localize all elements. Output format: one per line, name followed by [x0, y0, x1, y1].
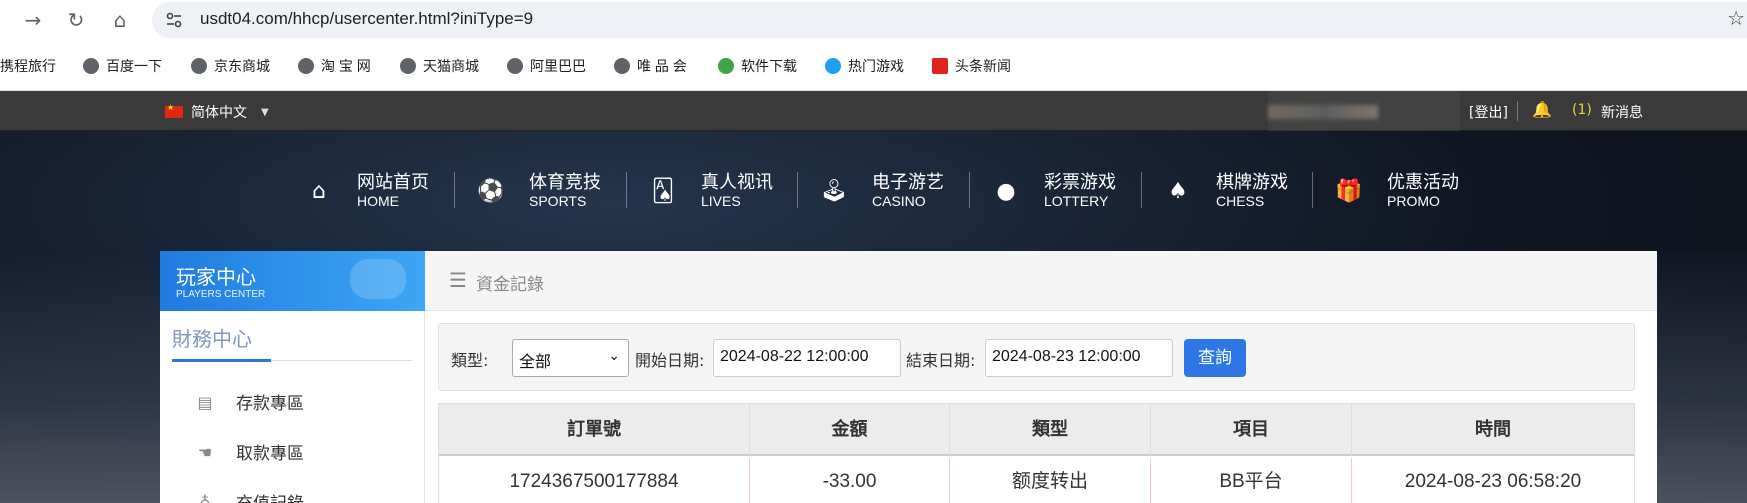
- table-header: 訂單號 金額 類型 項目 時間: [439, 404, 1634, 456]
- main-panel: ☰ 資金記錄 類型: 全部 ⌄ 開始日期: 2024-08-22 12:00:0…: [425, 251, 1657, 503]
- message-link[interactable]: 新消息: [1601, 102, 1643, 122]
- ball-icon: ⚽: [477, 179, 505, 204]
- gift-icon: 🎁: [1335, 179, 1363, 204]
- menu-item-casino[interactable]: 🕹 电子游艺 CASINO: [820, 168, 992, 214]
- finance-center-heading: 財務中心: [172, 327, 252, 351]
- column-header-time[interactable]: 時間: [1352, 404, 1634, 456]
- bell-icon[interactable]: 🔔: [1532, 100, 1552, 119]
- language-selector[interactable]: 简体中文 ▼: [165, 102, 269, 122]
- message-count[interactable]: (1): [1572, 102, 1592, 118]
- lottery-balls-icon: ●: [996, 179, 1016, 204]
- type-label: 類型:: [451, 351, 489, 370]
- players-center-title: 玩家中心: [176, 265, 256, 289]
- moneybag-icon: ♁: [199, 492, 211, 503]
- fund-records-table: 訂單號 金額 類型 項目 時間 1724367500177884 -33.00 …: [438, 403, 1635, 503]
- bookmark-item[interactable]: 京东商城: [191, 56, 270, 76]
- bookmark-item[interactable]: 热门游戏: [825, 56, 904, 76]
- table-row[interactable]: 1724367500177884 -33.00 额度转出 BB平台 2024-0…: [439, 458, 1634, 503]
- sidebar-item-withdraw[interactable]: ☚ 取款專區: [194, 439, 304, 465]
- chevron-down-icon: ⌄: [608, 348, 620, 364]
- cards-icon: 🂡: [651, 179, 675, 204]
- home-icon[interactable]: ⌂: [106, 6, 134, 34]
- bookmark-star-icon[interactable]: ☆: [1727, 6, 1745, 30]
- panel-header: ☰ 資金記錄: [425, 251, 1657, 311]
- site-info-icon[interactable]: [164, 10, 184, 30]
- reload-icon[interactable]: ↻: [62, 6, 90, 34]
- url-field[interactable]: usdt04.com/hhcp/usercenter.html?iniType=…: [152, 2, 1747, 38]
- download-app-icon: [718, 58, 734, 74]
- logout-link[interactable]: [登出]: [1469, 102, 1508, 122]
- globe-icon: [298, 58, 314, 74]
- menu-item-home[interactable]: ⌂ 网站首页 HOME: [305, 168, 477, 214]
- menu-divider: [1141, 172, 1142, 208]
- menu-item-promo[interactable]: 🎁 优惠活动 PROMO: [1335, 168, 1507, 214]
- bookmark-item[interactable]: 唯 品 会: [614, 56, 687, 76]
- bookmark-item[interactable]: 携程旅行: [0, 56, 56, 76]
- menu-divider: [1312, 172, 1313, 208]
- site-top-bar: 简体中文 ▼ [登出] 🔔 (1) 新消息: [0, 91, 1747, 131]
- menu-divider: [454, 172, 455, 208]
- player-sidebar: 玩家中心 PLAYERS CENTER 財務中心 ▤ 存款專區 ☚ 取款專區 ♁…: [160, 251, 425, 503]
- active-underline: [172, 359, 271, 362]
- game-mascot-icon: [825, 58, 841, 74]
- bookmark-item[interactable]: 软件下载: [718, 56, 797, 76]
- end-date-label: 結束日期:: [906, 351, 976, 370]
- spade-icon: ♠: [1168, 179, 1188, 204]
- bookmarks-bar: 携程旅行 百度一下 京东商城 淘 宝 网 天猫商城 阿里巴巴 唯 品 会 软件下…: [0, 39, 1747, 91]
- globe-icon: [400, 58, 416, 74]
- page-title: 資金記錄: [476, 275, 544, 295]
- sidebar-item-recharge-records[interactable]: ♁ 充值記錄: [194, 489, 304, 503]
- wallet-icon: ▤: [197, 392, 213, 412]
- language-label: 简体中文: [191, 105, 247, 121]
- players-center-subtitle: PLAYERS CENTER: [176, 289, 266, 300]
- username-blurred: [1268, 105, 1378, 119]
- globe-icon: [83, 58, 99, 74]
- china-flag-icon: [165, 103, 183, 118]
- sidebar-item-deposit[interactable]: ▤ 存款專區: [194, 389, 304, 415]
- house-icon: ⌂: [312, 179, 326, 204]
- end-date-input[interactable]: 2024-08-23 12:00:00: [985, 339, 1173, 377]
- hand-cash-icon: ☚: [197, 442, 213, 462]
- joystick-icon: 🕹: [820, 179, 848, 204]
- bookmark-item[interactable]: 天猫商城: [400, 56, 479, 76]
- menu-divider: [797, 172, 798, 208]
- url-text: usdt04.com/hhcp/usercenter.html?iniType=…: [200, 9, 534, 28]
- menu-divider: [969, 172, 970, 208]
- cell-order-no: 1724367500177884: [439, 458, 750, 503]
- caret-down-icon: ▼: [261, 106, 269, 118]
- players-center-header: 玩家中心 PLAYERS CENTER: [160, 251, 425, 311]
- divider: [1517, 101, 1518, 121]
- forward-icon[interactable]: →: [19, 6, 47, 34]
- globe-icon: [191, 58, 207, 74]
- bookmark-item[interactable]: 阿里巴巴: [507, 56, 586, 76]
- browser-address-bar: → ↻ ⌂ usdt04.com/hhcp/usercenter.html?in…: [0, 0, 1747, 39]
- menu-item-lives[interactable]: 🂡 真人视讯 LIVES: [649, 168, 821, 214]
- menu-item-sports[interactable]: ⚽ 体育竞技 SPORTS: [477, 168, 649, 214]
- cell-time: 2024-08-23 06:58:20: [1404, 471, 1582, 492]
- bookmark-item[interactable]: 淘 宝 网: [298, 56, 371, 76]
- filter-form: 類型: 全部 ⌄ 開始日期: 2024-08-22 12:00:00 結束日期:…: [438, 323, 1635, 391]
- bookmark-item[interactable]: 百度一下: [83, 56, 162, 76]
- start-date-label: 開始日期:: [635, 351, 705, 370]
- column-header-order-no[interactable]: 訂單號: [439, 404, 750, 456]
- menu-icon: ☰: [449, 268, 467, 292]
- start-date-input[interactable]: 2024-08-22 12:00:00: [713, 339, 901, 377]
- column-header-type[interactable]: 類型: [950, 404, 1151, 456]
- globe-icon: [507, 58, 523, 74]
- menu-item-chess[interactable]: ♠ 棋牌游戏 CHESS: [1164, 168, 1336, 214]
- globe-icon: [614, 58, 630, 74]
- cell-amount: -33.00: [750, 458, 950, 503]
- menu-divider: [626, 172, 627, 208]
- toutiao-icon: [932, 58, 948, 74]
- gamepad-icon: [350, 259, 406, 299]
- type-select[interactable]: 全部 ⌄: [512, 339, 629, 377]
- column-header-item[interactable]: 項目: [1151, 404, 1352, 456]
- menu-item-lottery[interactable]: ● 彩票游戏 LOTTERY: [992, 168, 1164, 214]
- bookmark-item[interactable]: 头条新闻: [932, 56, 1011, 76]
- column-header-amount[interactable]: 金額: [750, 404, 950, 456]
- cell-item: BB平台: [1151, 458, 1352, 503]
- search-button[interactable]: 查詢: [1184, 339, 1246, 377]
- cell-type: 额度转出: [950, 458, 1151, 503]
